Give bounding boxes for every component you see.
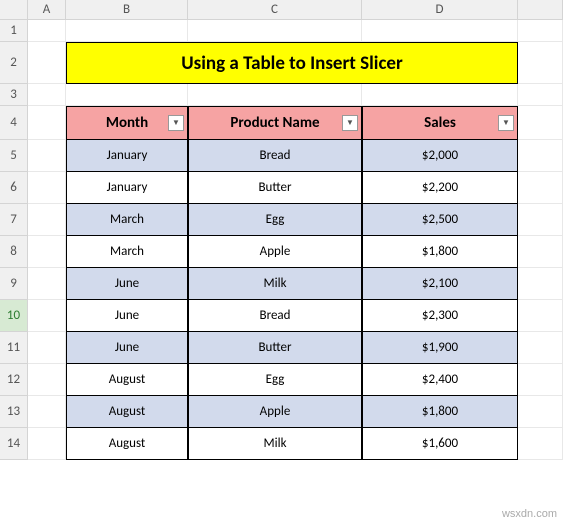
row-header-4[interactable]: 4 — [0, 106, 28, 140]
th-product[interactable]: Product Name ▼ — [188, 106, 362, 140]
row-header-6[interactable]: 6 — [0, 172, 28, 204]
th-sales-label: Sales — [424, 114, 456, 132]
cell-e2[interactable] — [518, 42, 563, 84]
row-header-5[interactable]: 5 — [0, 140, 28, 172]
cell-a12[interactable] — [28, 364, 66, 396]
cell-a14[interactable] — [28, 428, 66, 460]
cell-a2[interactable] — [28, 42, 66, 84]
td-product-2[interactable]: Egg — [188, 204, 362, 236]
td-month-6[interactable]: June — [66, 332, 188, 364]
td-product-8[interactable]: Apple — [188, 396, 362, 428]
cell-a7[interactable] — [28, 204, 66, 236]
cell-a13[interactable] — [28, 396, 66, 428]
td-sales-9[interactable]: $1,600 — [362, 428, 518, 460]
cell-e1[interactable] — [518, 20, 563, 42]
th-month[interactable]: Month ▼ — [66, 106, 188, 140]
row-header-2[interactable]: 2 — [0, 42, 28, 84]
cell-e12[interactable] — [518, 364, 563, 396]
cell-e8[interactable] — [518, 236, 563, 268]
td-sales-0[interactable]: $2,000 — [362, 140, 518, 172]
col-header-extra[interactable] — [518, 0, 563, 20]
row-header-10[interactable]: 10 — [0, 300, 28, 332]
cell-e14[interactable] — [518, 428, 563, 460]
cell-d1[interactable] — [362, 20, 518, 42]
td-product-3[interactable]: Apple — [188, 236, 362, 268]
td-sales-7[interactable]: $2,400 — [362, 364, 518, 396]
filter-btn-sales[interactable]: ▼ — [498, 115, 514, 131]
cell-e7[interactable] — [518, 204, 563, 236]
cell-a10[interactable] — [28, 300, 66, 332]
th-month-label: Month — [106, 114, 148, 132]
row-header-11[interactable]: 11 — [0, 332, 28, 364]
td-product-0[interactable]: Bread — [188, 140, 362, 172]
filter-btn-month[interactable]: ▼ — [168, 115, 184, 131]
cell-a1[interactable] — [28, 20, 66, 42]
row-header-9[interactable]: 9 — [0, 268, 28, 300]
row-header-12[interactable]: 12 — [0, 364, 28, 396]
watermark: wsxdn.com — [502, 508, 557, 520]
cell-a8[interactable] — [28, 236, 66, 268]
cell-c1[interactable] — [188, 20, 362, 42]
cell-a9[interactable] — [28, 268, 66, 300]
spreadsheet-grid: A B C D 1 2 Using a Table to Insert Slic… — [0, 0, 563, 460]
col-header-a[interactable]: A — [28, 0, 66, 20]
title-merged-cell[interactable]: Using a Table to Insert Slicer — [66, 42, 518, 84]
td-month-7[interactable]: August — [66, 364, 188, 396]
cell-a6[interactable] — [28, 172, 66, 204]
row-header-1[interactable]: 1 — [0, 20, 28, 42]
td-sales-6[interactable]: $1,900 — [362, 332, 518, 364]
cell-a5[interactable] — [28, 140, 66, 172]
cell-e3[interactable] — [518, 84, 563, 106]
th-product-label: Product Name — [230, 114, 319, 132]
cell-e9[interactable] — [518, 268, 563, 300]
row-header-3[interactable]: 3 — [0, 84, 28, 106]
cell-e6[interactable] — [518, 172, 563, 204]
td-sales-2[interactable]: $2,500 — [362, 204, 518, 236]
td-sales-5[interactable]: $2,300 — [362, 300, 518, 332]
td-month-9[interactable]: August — [66, 428, 188, 460]
td-product-5[interactable]: Bread — [188, 300, 362, 332]
cell-e11[interactable] — [518, 332, 563, 364]
td-product-9[interactable]: Milk — [188, 428, 362, 460]
row-header-8[interactable]: 8 — [0, 236, 28, 268]
cell-c3[interactable] — [188, 84, 362, 106]
td-month-1[interactable]: January — [66, 172, 188, 204]
filter-btn-product[interactable]: ▼ — [342, 115, 358, 131]
row-header-14[interactable]: 14 — [0, 428, 28, 460]
td-sales-8[interactable]: $1,800 — [362, 396, 518, 428]
row-header-7[interactable]: 7 — [0, 204, 28, 236]
corner-cell[interactable] — [0, 0, 28, 20]
td-sales-1[interactable]: $2,200 — [362, 172, 518, 204]
td-product-6[interactable]: Butter — [188, 332, 362, 364]
cell-a4[interactable] — [28, 106, 66, 140]
cell-a11[interactable] — [28, 332, 66, 364]
td-month-4[interactable]: June — [66, 268, 188, 300]
td-product-1[interactable]: Butter — [188, 172, 362, 204]
td-product-4[interactable]: Milk — [188, 268, 362, 300]
cell-a3[interactable] — [28, 84, 66, 106]
row-header-13[interactable]: 13 — [0, 396, 28, 428]
td-sales-3[interactable]: $1,800 — [362, 236, 518, 268]
cell-e13[interactable] — [518, 396, 563, 428]
td-sales-4[interactable]: $2,100 — [362, 268, 518, 300]
td-month-0[interactable]: January — [66, 140, 188, 172]
th-sales[interactable]: Sales ▼ — [362, 106, 518, 140]
col-header-b[interactable]: B — [66, 0, 188, 20]
td-month-2[interactable]: March — [66, 204, 188, 236]
cell-e4[interactable] — [518, 106, 563, 140]
td-month-5[interactable]: June — [66, 300, 188, 332]
cell-e5[interactable] — [518, 140, 563, 172]
td-month-8[interactable]: August — [66, 396, 188, 428]
col-header-c[interactable]: C — [188, 0, 362, 20]
cell-e10[interactable] — [518, 300, 563, 332]
col-header-d[interactable]: D — [362, 0, 518, 20]
cell-d3[interactable] — [362, 84, 518, 106]
td-month-3[interactable]: March — [66, 236, 188, 268]
td-product-7[interactable]: Egg — [188, 364, 362, 396]
cell-b3[interactable] — [66, 84, 188, 106]
cell-b1[interactable] — [66, 20, 188, 42]
